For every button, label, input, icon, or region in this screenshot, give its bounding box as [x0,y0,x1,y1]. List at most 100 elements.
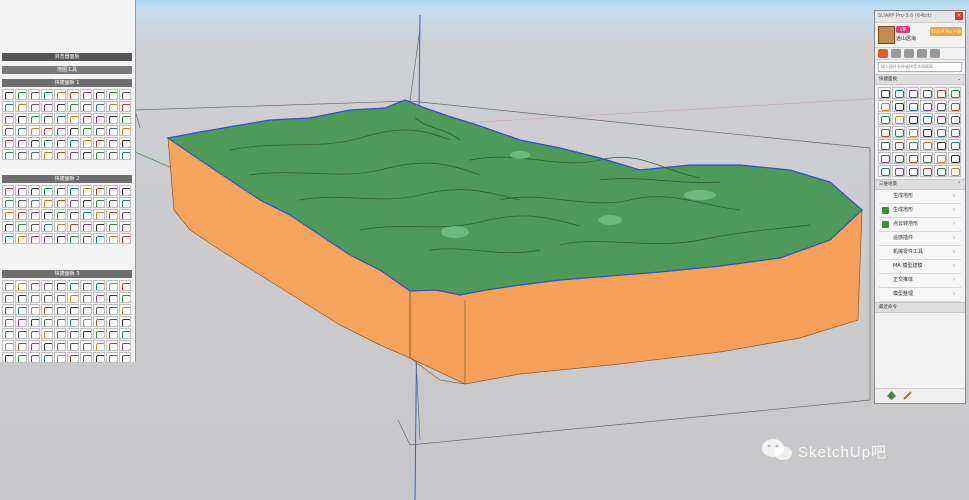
tool-icon[interactable] [106,316,118,327]
tool-icon[interactable] [93,209,105,220]
panel-title-bar[interactable]: SUAPP Pro 3.6 (64bit) × [875,11,965,23]
tool-icon[interactable] [54,113,66,124]
tool-icon[interactable] [80,292,92,303]
tool-icon[interactable] [119,137,131,148]
tool-icon[interactable] [106,340,118,351]
tool-icon[interactable] [28,221,40,232]
tool-icon[interactable] [41,113,53,124]
tool-icon[interactable] [80,304,92,315]
tool-icon[interactable] [2,280,14,291]
section-quick-panel[interactable]: 快捷面板 ⌄ [875,74,965,85]
tool-icon[interactable] [93,149,105,160]
tool-icon[interactable] [878,100,891,112]
tool-icon[interactable] [41,209,53,220]
tool-icon[interactable] [41,352,53,363]
tool-icon[interactable] [93,316,105,327]
tool-icon[interactable] [934,87,947,99]
tool-icon[interactable] [119,89,131,100]
tool-icon[interactable] [2,101,14,112]
tool-icon[interactable] [28,149,40,160]
tool-icon[interactable] [67,221,79,232]
tool-icon[interactable] [28,185,40,196]
tool-icon[interactable] [28,233,40,244]
tool-icon[interactable] [2,316,14,327]
tool-icon[interactable] [106,197,118,208]
tool-icon[interactable] [93,340,105,351]
terrain-icon[interactable] [887,391,896,400]
tool-icon[interactable] [41,328,53,339]
tool-icon[interactable] [93,137,105,148]
tool-icon[interactable] [41,185,53,196]
tool-icon[interactable] [934,152,947,164]
tool-icon[interactable] [119,197,131,208]
tool-icon[interactable] [920,126,933,138]
tool-icon[interactable] [920,152,933,164]
tool-icon[interactable] [878,87,891,99]
menu-item[interactable]: 模型整理 › [879,288,961,302]
tool-icon[interactable] [28,113,40,124]
tool-icon[interactable] [119,352,131,363]
tool-icon[interactable] [93,113,105,124]
section-title-quick-3[interactable]: 快捷面板 3 [2,270,132,278]
tool-icon[interactable] [93,292,105,303]
tool-icon[interactable] [15,316,27,327]
tool-icon[interactable] [119,292,131,303]
tool-icon[interactable] [878,126,891,138]
tool-icon[interactable] [41,292,53,303]
tool-icon[interactable] [80,233,92,244]
tool-icon[interactable] [2,125,14,136]
tool-icon[interactable] [80,209,92,220]
tool-icon[interactable] [119,221,131,232]
tool-icon[interactable] [906,126,919,138]
tool-icon[interactable] [67,185,79,196]
tool-icon[interactable] [934,139,947,151]
tool-icon[interactable] [948,100,961,112]
tool-icon[interactable] [119,101,131,112]
tool-icon[interactable] [106,125,118,136]
tool-icon[interactable] [906,139,919,151]
tool-icon[interactable] [106,352,118,363]
tool-icon[interactable] [106,185,118,196]
tool-icon[interactable] [67,101,79,112]
tool-icon[interactable] [54,209,66,220]
upgrade-button[interactable]: SUAPP Pro 升级 [930,27,962,36]
tool-icon[interactable] [119,328,131,339]
tool-icon[interactable] [41,125,53,136]
tool-icon[interactable] [106,304,118,315]
tool-icon[interactable] [28,197,40,208]
tool-icon[interactable] [948,126,961,138]
tool-icon[interactable] [67,137,79,148]
tool-icon[interactable] [906,113,919,125]
section-title-quick-1[interactable]: 快捷面板 1 [2,79,132,87]
tool-icon[interactable] [106,233,118,244]
tool-icon[interactable] [93,185,105,196]
tool-icon[interactable] [54,328,66,339]
tool-icon[interactable] [15,89,27,100]
tool-icon[interactable] [119,304,131,315]
tool-icon[interactable] [892,100,905,112]
tool-icon[interactable] [41,89,53,100]
tool-icon[interactable] [2,292,14,303]
tool-icon[interactable] [93,125,105,136]
tool-icon[interactable] [948,139,961,151]
tool-icon[interactable] [93,89,105,100]
tool-icon[interactable] [80,89,92,100]
tool-icon[interactable] [54,340,66,351]
tool-icon[interactable] [67,149,79,160]
tool-icon[interactable] [93,221,105,232]
section-terrain[interactable]: 三维地景 ⌃ [875,179,965,190]
tool-icon[interactable] [41,304,53,315]
tool-icon[interactable] [54,101,66,112]
tool-icon[interactable] [878,152,891,164]
menu-item[interactable]: 机械零件工具 › [879,246,961,260]
tool-icon[interactable] [28,101,40,112]
tool-icon[interactable] [28,125,40,136]
tool-icon[interactable] [106,209,118,220]
tool-icon[interactable] [93,233,105,244]
tool-icon[interactable] [80,197,92,208]
tool-icon[interactable] [878,113,891,125]
tool-icon[interactable] [15,280,27,291]
tool-icon[interactable] [2,149,14,160]
tool-icon[interactable] [41,221,53,232]
tool-icon[interactable] [920,139,933,151]
